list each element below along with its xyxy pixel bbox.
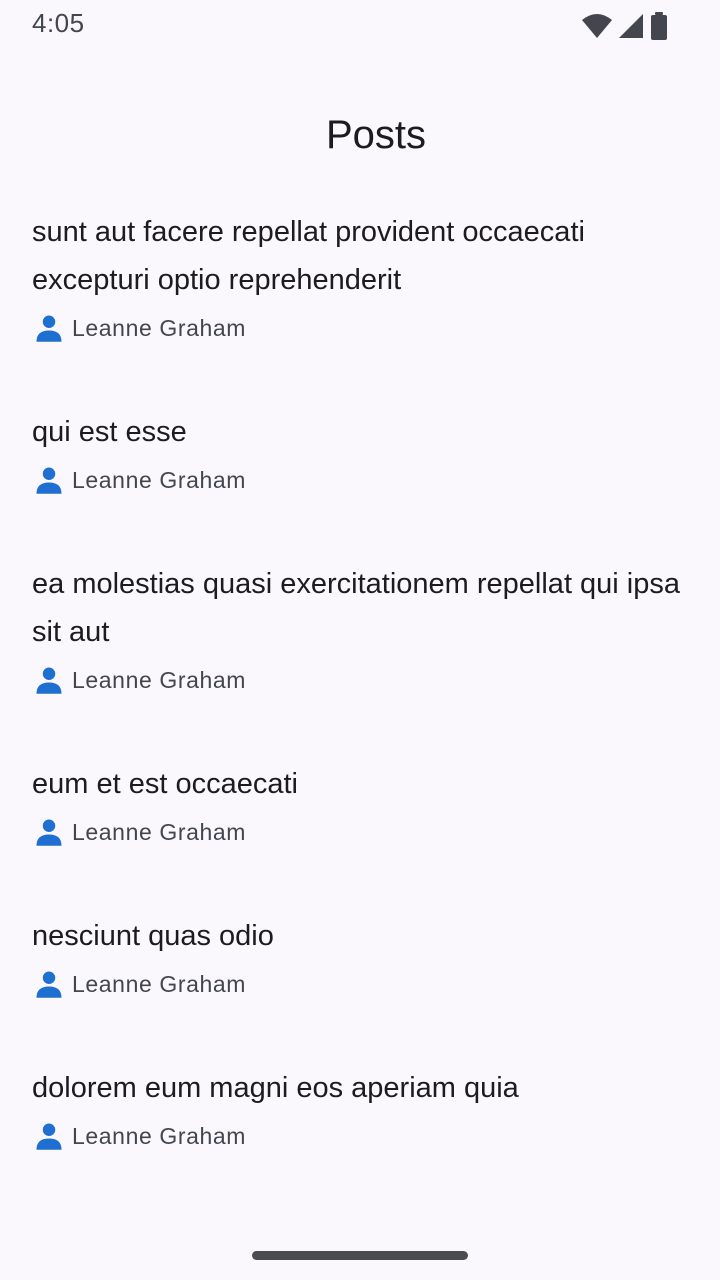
post-list-item[interactable]: dolorem eum magni eos aperiam quia Leann…	[0, 1064, 720, 1160]
home-indicator[interactable]	[252, 1251, 468, 1260]
person-icon	[36, 1123, 62, 1150]
post-title: nesciunt quas odio	[32, 920, 274, 952]
person-icon	[36, 667, 62, 694]
person-icon	[36, 819, 62, 846]
post-author: Leanne Graham	[32, 456, 688, 504]
post-title: eum et est occaecati	[32, 768, 298, 800]
post-list-item[interactable]: eum et est occaecati Leanne Graham	[0, 760, 720, 856]
post-author: Leanne Graham	[32, 960, 688, 1008]
post-author: Leanne Graham	[32, 304, 688, 352]
post-author: Leanne Graham	[32, 656, 688, 704]
post-title: sunt aut facere repellat provident occae…	[32, 216, 585, 296]
person-icon	[36, 467, 62, 494]
author-name: Leanne Graham	[72, 970, 247, 997]
author-name: Leanne Graham	[72, 818, 247, 845]
status-time: 4:05	[32, 8, 85, 38]
status-icons	[582, 12, 668, 40]
post-list-item[interactable]: nesciunt quas odio Leanne Graham	[0, 912, 720, 1008]
post-title: qui est esse	[32, 416, 187, 448]
post-list-item[interactable]: qui est esse Leanne Graham	[0, 408, 720, 504]
post-list-item[interactable]: sunt aut facere repellat provident occae…	[0, 208, 720, 352]
post-author: Leanne Graham	[32, 808, 688, 856]
author-name: Leanne Graham	[72, 466, 247, 493]
author-name: Leanne Graham	[72, 1122, 247, 1149]
post-title: ea molestias quasi exercitationem repell…	[32, 568, 681, 648]
page-title: Posts	[325, 112, 427, 157]
cellular-signal-icon	[618, 13, 644, 39]
post-title: dolorem eum magni eos aperiam quia	[32, 1072, 519, 1104]
battery-icon	[650, 12, 668, 40]
author-name: Leanne Graham	[72, 666, 247, 693]
post-author: Leanne Graham	[32, 1112, 688, 1160]
wifi-icon	[582, 13, 612, 39]
post-list[interactable]: sunt aut facere repellat provident occae…	[0, 208, 720, 1232]
post-list-item[interactable]: ea molestias quasi exercitationem repell…	[0, 560, 720, 704]
person-icon	[36, 971, 62, 998]
author-name: Leanne Graham	[72, 314, 247, 341]
person-icon	[36, 315, 62, 342]
status-bar: 4:05	[0, 0, 720, 48]
